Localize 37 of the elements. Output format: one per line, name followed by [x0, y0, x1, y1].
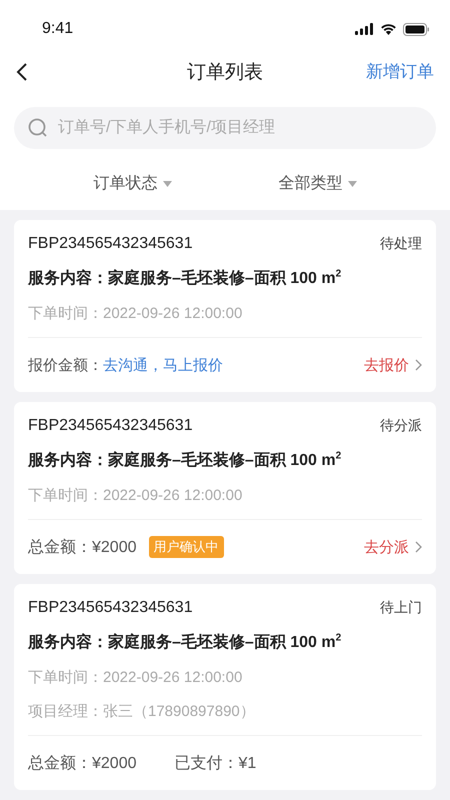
action-link[interactable]: 去分派 [364, 538, 422, 556]
order-card[interactable]: FBP234565432345631 待处理 服务内容：家庭服务–毛坯装修–面积 100 m$^{2}$ 下单时间：2022-09-26 12:00:00 报价金额：去沟通，马上报价 去报价 [14, 220, 436, 392]
action-link[interactable]: 去报价 [364, 356, 422, 374]
order-detail: 项目经理：张三（17890897890） [28, 702, 256, 721]
paid-amount: 已支付：¥1 [174, 754, 256, 774]
order-status: 待处理 [380, 235, 422, 253]
add-order-link[interactable]: 新增订单 [366, 60, 434, 84]
search-field[interactable]: 订单号/下单人手机号/项目经理 [14, 107, 436, 149]
order-detail: 下单时间：2022-09-26 12:00:00 [28, 668, 244, 687]
signal-icon [355, 23, 374, 36]
quote-link[interactable]: 去沟通，马上报价 [103, 356, 223, 374]
order-number: FBP234565432345631 [28, 599, 193, 617]
order-number: FBP234565432345631 [28, 417, 193, 435]
service-content: 服务内容：家庭服务–毛坯装修–面积 100 m$^{2}$ [28, 632, 342, 653]
order-detail: 下单时间：2022-09-26 12:00:00 [28, 486, 244, 505]
order-status: 待上门 [380, 599, 422, 617]
dropdown-arrow-icon [162, 180, 172, 186]
chevron-right-icon [415, 541, 422, 553]
clock-time: 9:41 [42, 20, 74, 38]
battery-icon [403, 22, 430, 36]
filter-dropdown[interactable]: 订单状态 [94, 173, 172, 194]
service-content: 服务内容：家庭服务–毛坯装修–面积 100 m$^{2}$ [28, 268, 342, 289]
status-badge: 用户确认中 [148, 536, 224, 558]
quote-label: 报价金额： [28, 356, 103, 374]
total-amount: 总金额：¥2000 [28, 754, 136, 774]
page-title: 订单列表 [187, 60, 263, 85]
chevron-right-icon [415, 359, 422, 371]
order-number: FBP234565432345631 [28, 235, 193, 253]
order-card[interactable]: FBP234565432345631 待分派 服务内容：家庭服务–毛坯装修–面积 100 m$^{2}$ 下单时间：2022-09-26 12:00:00 总金额：¥2000 用户确认中 去分派 [14, 402, 436, 574]
dropdown-arrow-icon [348, 180, 356, 186]
filter-dropdown[interactable]: 全部类型 [278, 173, 356, 194]
order-card[interactable]: FBP234565432345631 待上门 服务内容：家庭服务–毛坯装修–面积 100 m$^{2}$ 下单时间：2022-09-26 12:00:00 项目经理：张三（17890897890） 总金额：¥2000 已支付：¥1 [14, 584, 436, 790]
total-amount: 总金额：¥2000 [28, 538, 136, 558]
service-content: 服务内容：家庭服务–毛坯装修–面积 100 m$^{2}$ [28, 450, 342, 471]
wifi-icon [380, 23, 397, 36]
order-detail: 下单时间：2022-09-26 12:00:00 [28, 304, 244, 323]
order-status: 待分派 [380, 417, 422, 435]
